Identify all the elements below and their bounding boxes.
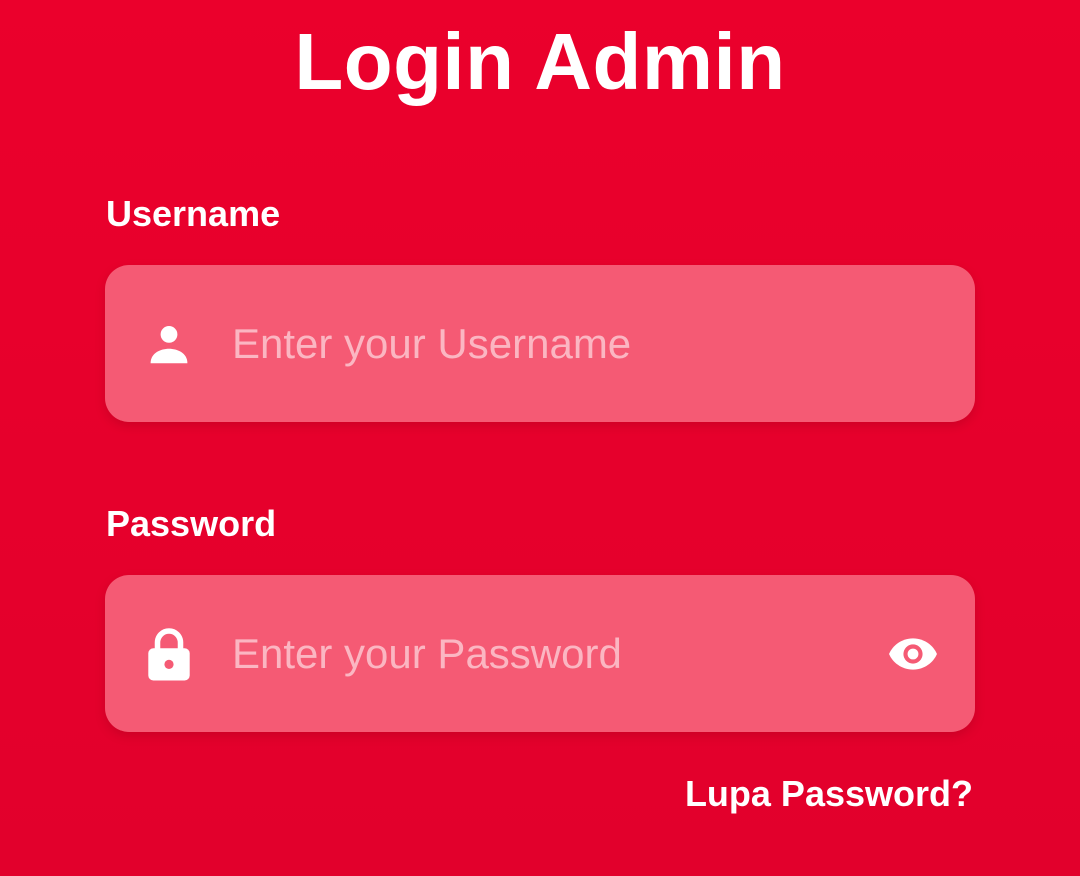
forgot-password-link[interactable]: Lupa Password? <box>685 773 973 815</box>
eye-icon[interactable] <box>887 634 939 674</box>
username-input[interactable] <box>232 265 872 422</box>
page-title: Login Admin <box>294 17 786 106</box>
lock-icon <box>145 626 193 682</box>
person-icon <box>145 316 193 372</box>
password-field[interactable] <box>105 575 975 732</box>
username-field[interactable] <box>105 265 975 422</box>
password-input[interactable] <box>232 575 872 732</box>
username-label: Username <box>106 193 281 234</box>
password-label: Password <box>106 503 277 544</box>
